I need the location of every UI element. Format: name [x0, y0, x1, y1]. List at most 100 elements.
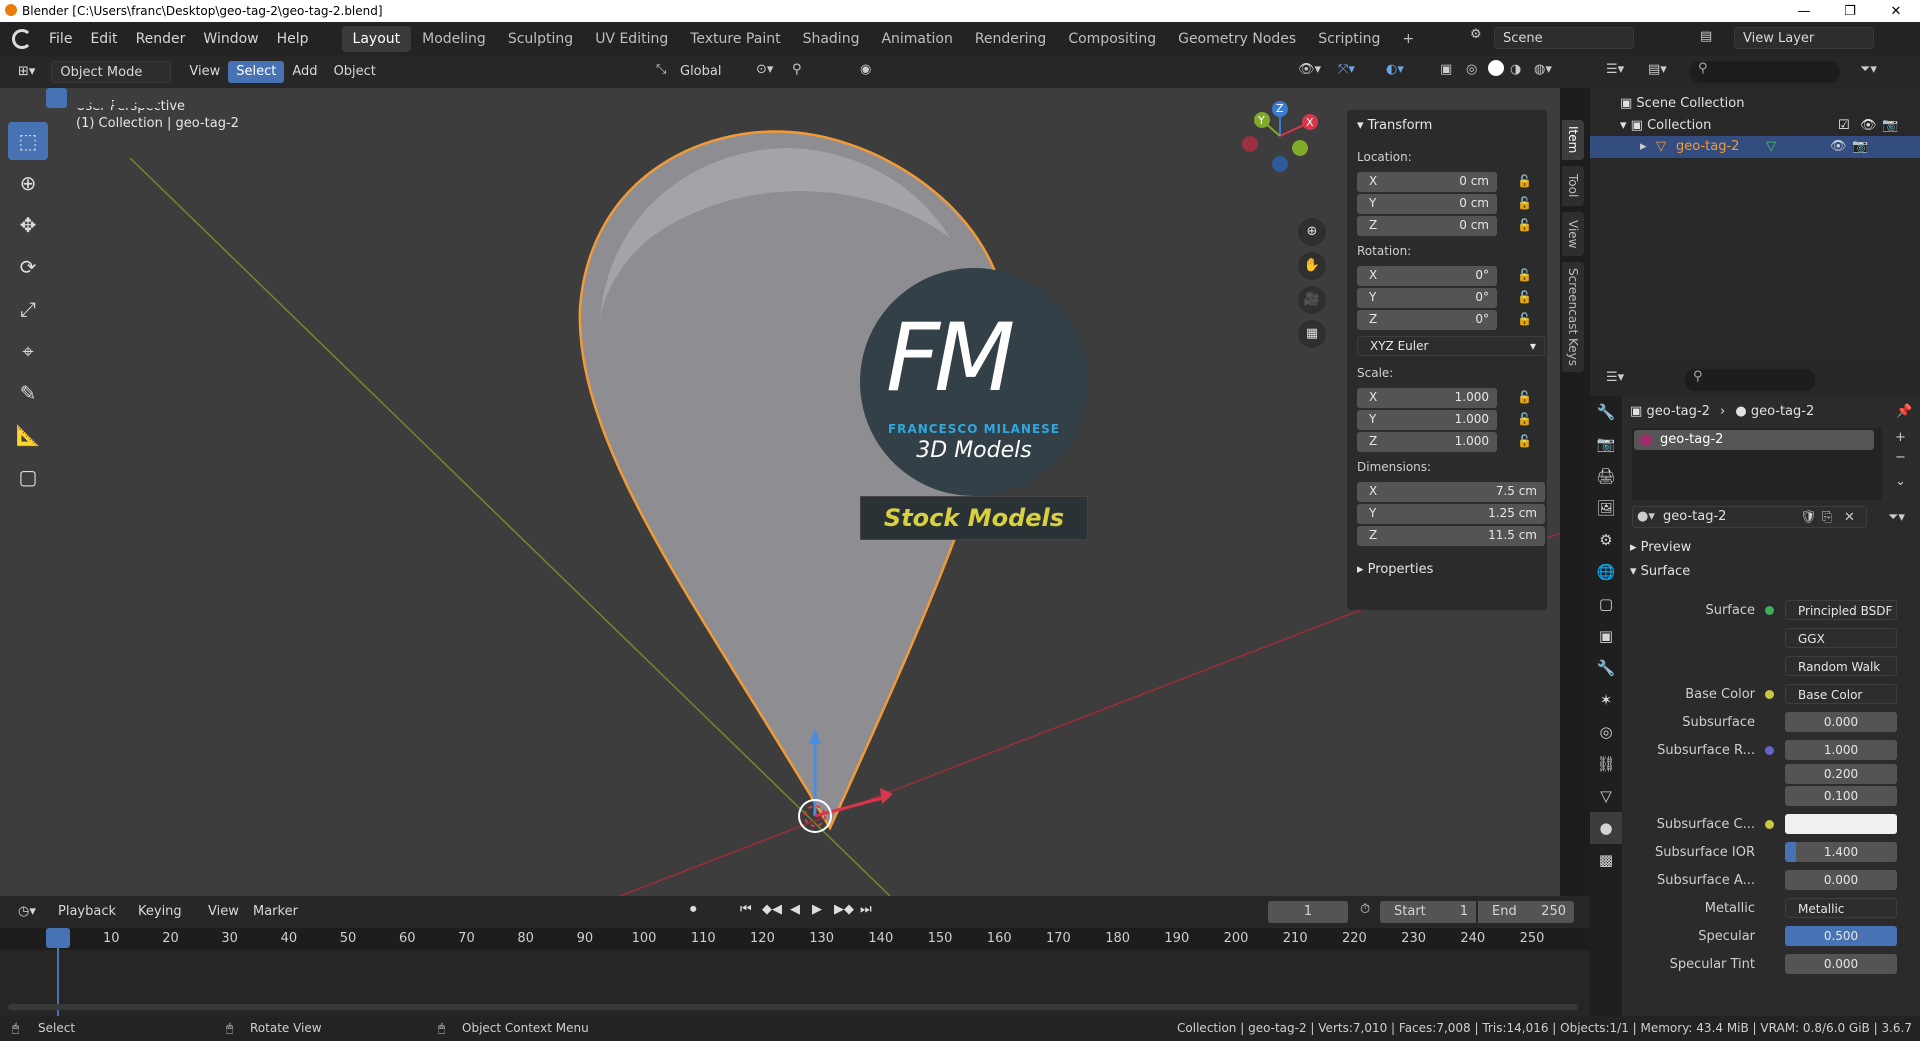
- select-new-icon[interactable]: [46, 88, 67, 108]
- material-prop-field[interactable]: 1.400: [1785, 842, 1897, 862]
- outliner-editor-type-icon[interactable]: ☰▾: [1606, 62, 1624, 77]
- play-reverse-icon[interactable]: ◀: [790, 902, 800, 917]
- annotate-tool-icon[interactable]: ✎: [8, 374, 48, 412]
- sidebar-tab-item[interactable]: Item: [1562, 120, 1584, 160]
- select-box-tool-icon[interactable]: ⬚: [8, 122, 48, 160]
- dimensions-x-field[interactable]: X 7.5 cm: [1357, 482, 1545, 502]
- duplicate-material-icon[interactable]: ⎘: [1822, 510, 1832, 525]
- expand-arrow-icon[interactable]: ▸: [1640, 139, 1647, 154]
- visibility-icon[interactable]: 👁▾: [1298, 62, 1321, 77]
- solid-shading-icon[interactable]: [1488, 60, 1504, 76]
- properties-search-icon[interactable]: ⚲: [1685, 369, 1815, 391]
- rotation-mode-selector[interactable]: XYZ Euler ▾: [1357, 336, 1545, 356]
- particles-tab-icon[interactable]: ✶: [1590, 684, 1622, 716]
- pin-icon[interactable]: 📌: [1896, 404, 1912, 419]
- sidebar-tab-view[interactable]: View: [1562, 212, 1584, 256]
- lock-location-x-icon[interactable]: 🔓: [1517, 174, 1533, 190]
- properties-editor-type-icon[interactable]: ☰▾: [1606, 370, 1624, 385]
- rotation-z-field[interactable]: Z 0°: [1357, 310, 1497, 330]
- menu-view[interactable]: View: [181, 61, 228, 83]
- material-slot-list[interactable]: geo-tag-2: [1632, 428, 1882, 500]
- measure-tool-icon[interactable]: 📐: [8, 416, 48, 454]
- material-prop-field[interactable]: GGX: [1785, 628, 1897, 648]
- editor-type-icon[interactable]: ⊞▾: [10, 61, 43, 83]
- material-slot-item[interactable]: geo-tag-2: [1634, 430, 1874, 450]
- frame-ruler[interactable]: 1102030405060708090100110120130140150160…: [0, 928, 1590, 950]
- data-tab-icon[interactable]: ▽: [1590, 780, 1622, 812]
- material-preview-icon[interactable]: ◑: [1510, 62, 1521, 77]
- add-workspace-button[interactable]: +: [1391, 26, 1425, 52]
- current-frame-field[interactable]: 1: [1268, 901, 1348, 923]
- object-tab-icon[interactable]: ▣: [1590, 620, 1622, 652]
- move-tool-icon[interactable]: ✥: [8, 206, 48, 244]
- sidebar-tab-tool[interactable]: Tool: [1562, 166, 1584, 206]
- tool-tab-icon[interactable]: 🔧: [1590, 396, 1622, 428]
- modifier-tab-icon[interactable]: 🔧: [1590, 652, 1622, 684]
- output-tab-icon[interactable]: 🖨: [1590, 460, 1622, 492]
- gizmo-toggle-icon[interactable]: ⤧▾: [1338, 62, 1355, 77]
- xray-icon[interactable]: ▣: [1440, 62, 1452, 77]
- lock-scale-x-icon[interactable]: 🔓: [1517, 390, 1533, 406]
- scene-canvas[interactable]: [0, 88, 1560, 896]
- menu-window[interactable]: Window: [194, 27, 267, 51]
- scale-y-field[interactable]: Y 1.000: [1357, 410, 1497, 430]
- transform-panel-header[interactable]: ▾ Transform: [1357, 118, 1432, 133]
- outliner-object-row[interactable]: ▸ ▽ geo-tag-2 ▽ 👁 📷: [1590, 136, 1920, 158]
- object-render-icon[interactable]: 📷: [1852, 139, 1868, 154]
- scale-x-field[interactable]: X 1.000: [1357, 388, 1497, 408]
- zoom-icon[interactable]: ⊕: [1298, 218, 1326, 246]
- wireframe-shading-icon[interactable]: ◎: [1466, 62, 1477, 77]
- workspace-tab-geometry-nodes[interactable]: Geometry Nodes: [1167, 26, 1307, 52]
- workspace-tab-shading[interactable]: Shading: [792, 26, 871, 52]
- add-cube-tool-icon[interactable]: ▢: [8, 458, 48, 496]
- location-z-field[interactable]: Z0 cm: [1357, 216, 1497, 236]
- collection-render-icon[interactable]: 📷: [1882, 118, 1898, 133]
- menu-marker[interactable]: Marker: [245, 901, 306, 923]
- material-prop-field[interactable]: 1.000: [1785, 740, 1897, 760]
- menu-object[interactable]: Object: [326, 61, 384, 83]
- socket-dot-icon[interactable]: [1765, 606, 1774, 615]
- world-tab-icon[interactable]: 🌐: [1590, 556, 1622, 588]
- overlay-toggle-icon[interactable]: ◐▾: [1386, 62, 1404, 77]
- lock-location-z-icon[interactable]: 🔓: [1517, 218, 1533, 234]
- slot-specials-icon[interactable]: ⌄: [1895, 474, 1906, 489]
- workspace-tab-rendering[interactable]: Rendering: [964, 26, 1058, 52]
- lock-scale-z-icon[interactable]: 🔓: [1517, 434, 1533, 450]
- workspace-tab-layout[interactable]: Layout: [341, 26, 412, 52]
- rotate-tool-icon[interactable]: ⟳: [8, 248, 48, 286]
- dimensions-y-field[interactable]: Y 1.25 cm: [1357, 504, 1545, 524]
- workspace-tab-uv-editing[interactable]: UV Editing: [584, 26, 679, 52]
- outliner-scene-collection[interactable]: ▣ Scene Collection: [1620, 96, 1745, 111]
- view-layer-selector[interactable]: View Layer: [1734, 27, 1874, 49]
- socket-dot-icon[interactable]: [1765, 690, 1774, 699]
- browse-material-icon[interactable]: ●▾: [1637, 509, 1655, 524]
- select-subtract-icon[interactable]: [91, 88, 113, 108]
- menu-add[interactable]: Add: [284, 61, 325, 83]
- location-x-field[interactable]: X0 cm: [1357, 172, 1497, 192]
- menu-file[interactable]: File: [40, 27, 81, 51]
- fake-user-icon[interactable]: 🛡: [1800, 510, 1817, 525]
- menu-keying[interactable]: Keying: [130, 901, 190, 923]
- blender-menu-icon[interactable]: [12, 29, 32, 49]
- view-layer-tab-icon[interactable]: 🖼: [1590, 492, 1622, 524]
- perspective-toggle-icon[interactable]: ▦: [1298, 320, 1326, 348]
- lock-rotation-y-icon[interactable]: 🔓: [1517, 290, 1533, 306]
- play-icon[interactable]: ▶: [812, 902, 822, 917]
- material-prop-field[interactable]: Principled BSDF: [1785, 600, 1897, 620]
- timeline-scrollbar[interactable]: [8, 1004, 1578, 1010]
- material-prop-field[interactable]: 0.000: [1785, 954, 1897, 974]
- properties-panel-header[interactable]: ▸ Properties: [1357, 562, 1433, 577]
- stopwatch-icon[interactable]: ⏱: [1360, 902, 1370, 917]
- scale-z-field[interactable]: Z 1.000: [1357, 432, 1497, 452]
- jump-start-icon[interactable]: ⏮: [740, 902, 752, 917]
- next-keyframe-icon[interactable]: ▶◆: [834, 902, 854, 917]
- jump-end-icon[interactable]: ⏭: [860, 902, 872, 917]
- outliner-search-icon[interactable]: ⚲: [1690, 61, 1840, 83]
- menu-timeline-view[interactable]: View: [200, 901, 247, 923]
- lock-scale-y-icon[interactable]: 🔓: [1517, 412, 1533, 428]
- material-prop-field[interactable]: 0.000: [1785, 712, 1897, 732]
- render-tab-icon[interactable]: 📷: [1590, 428, 1622, 460]
- camera-view-icon[interactable]: 🎥: [1298, 286, 1326, 314]
- surface-panel-header[interactable]: ▾ Surface: [1630, 564, 1915, 586]
- material-prop-field[interactable]: Metallic: [1785, 898, 1897, 918]
